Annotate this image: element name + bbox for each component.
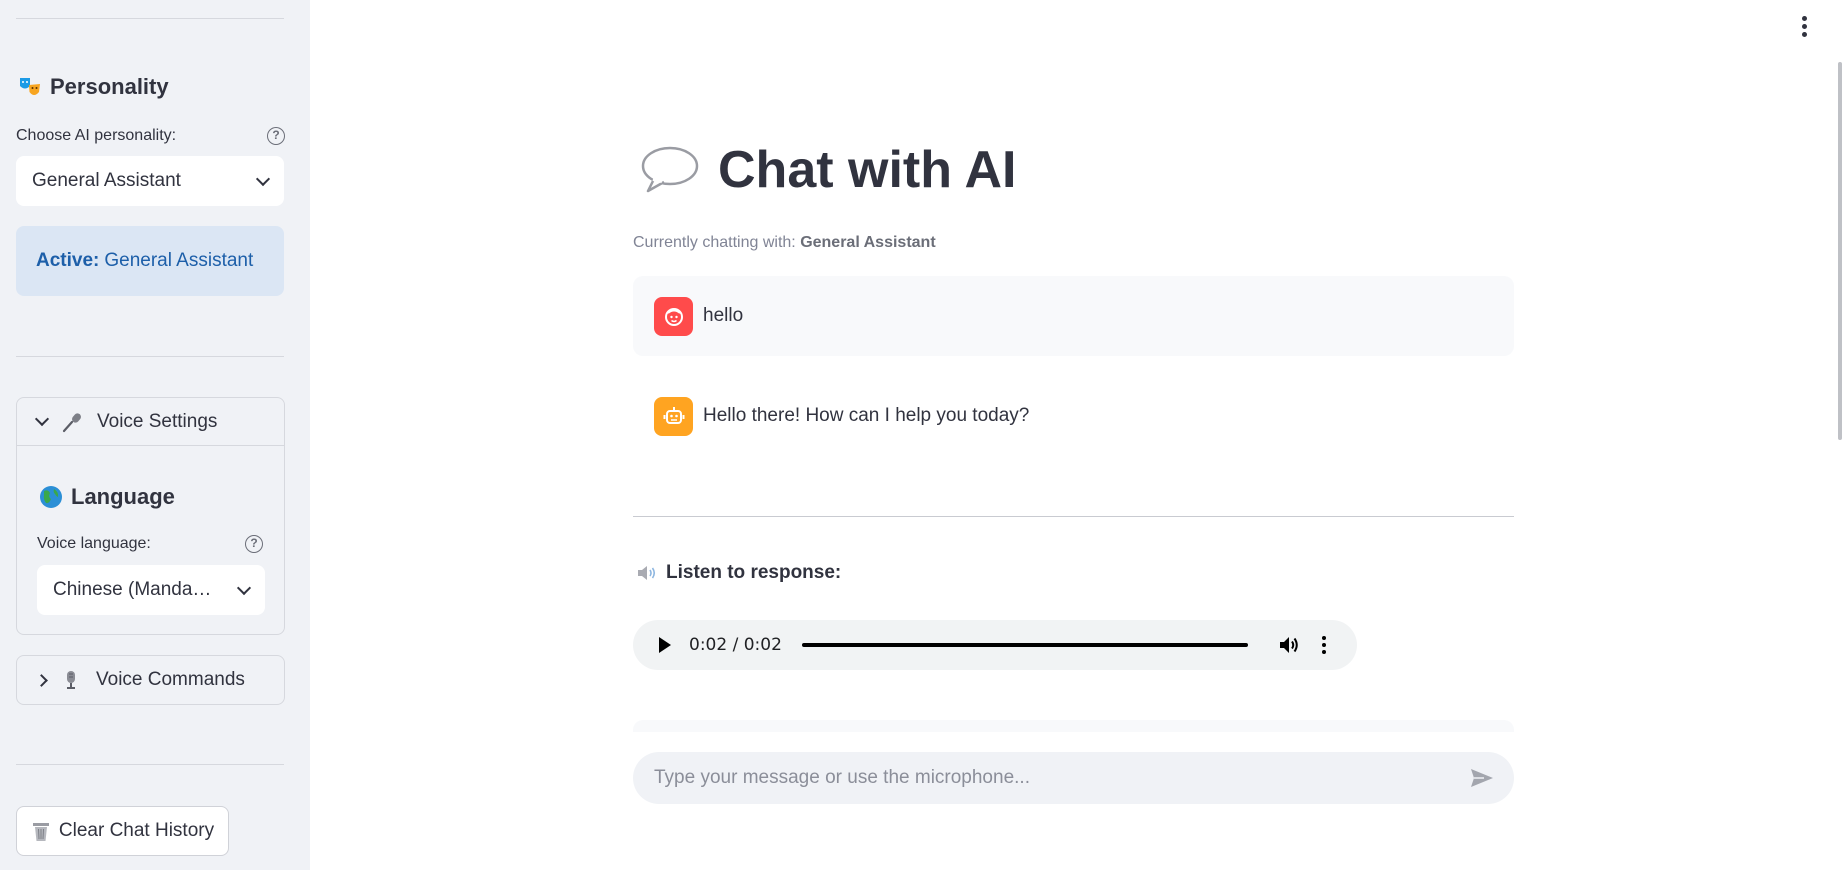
active-personality-info: Active: General Assistant <box>16 226 284 296</box>
microphone-icon <box>61 411 83 433</box>
active-value: General Assistant <box>104 250 254 271</box>
volume-icon[interactable] <box>1278 635 1300 655</box>
subtitle-value: General Assistant <box>800 234 936 251</box>
personality-select-value: General Assistant <box>32 170 181 191</box>
audio-progress-track[interactable] <box>801 643 1248 647</box>
language-heading-text: Language <box>71 484 175 509</box>
divider <box>633 516 1514 517</box>
voice-commands-expander: Voice Commands <box>16 655 285 705</box>
personality-select[interactable]: General Assistant <box>16 156 284 206</box>
studio-microphone-icon <box>60 669 82 691</box>
voice-settings-label: Voice Settings <box>97 410 218 432</box>
page-title: Chat with AI <box>640 140 1017 200</box>
sidebar: Personality Choose AI personality: ? Gen… <box>0 0 310 870</box>
user-message: hello <box>633 276 1514 356</box>
sidebar-divider <box>16 764 284 765</box>
next-message-peek <box>633 720 1514 732</box>
chevron-down-icon <box>34 411 50 427</box>
help-icon[interactable]: ? <box>267 127 285 145</box>
play-icon[interactable] <box>659 637 671 653</box>
language-heading: Language <box>39 484 175 510</box>
speech-balloon-icon <box>640 144 700 196</box>
globe-icon <box>39 485 63 509</box>
chevron-right-icon <box>35 673 48 687</box>
listen-label-text: Listen to response: <box>666 562 842 583</box>
send-icon[interactable] <box>1470 767 1494 789</box>
scrollbar[interactable] <box>1838 62 1842 440</box>
voice-language-label: Voice language: <box>37 535 151 552</box>
voice-commands-header[interactable]: Voice Commands <box>17 656 284 704</box>
voice-language-select[interactable]: Chinese (Manda… <box>37 565 265 615</box>
clear-chat-button[interactable]: Clear Chat History <box>16 806 229 856</box>
chevron-down-icon <box>236 580 252 595</box>
speaker-icon <box>636 563 658 583</box>
main-menu-icon[interactable] <box>1802 16 1807 37</box>
subtitle-prefix: Currently chatting with: <box>633 234 796 251</box>
chat-input-container <box>633 752 1514 804</box>
voice-language-value: Chinese (Manda… <box>53 579 212 600</box>
audio-time: 0:02 / 0:02 <box>689 635 782 655</box>
personality-heading-text: Personality <box>50 74 169 99</box>
clear-chat-label: Clear Chat History <box>58 820 215 841</box>
audio-player: 0:02 / 0:02 <box>633 620 1357 670</box>
chat-subtitle: Currently chatting with: General Assista… <box>633 234 936 252</box>
assistant-message: Hello there! How can I help you today? <box>633 376 1514 456</box>
active-label: Active: <box>36 250 100 271</box>
help-icon[interactable]: ? <box>245 535 263 553</box>
voice-commands-label: Voice Commands <box>96 669 245 690</box>
sidebar-divider <box>16 356 284 357</box>
wastebasket-icon <box>31 820 51 842</box>
robot-avatar-icon <box>654 396 693 436</box>
user-avatar-icon <box>654 296 693 336</box>
message-text: Hello there! How can I help you today? <box>703 405 1030 426</box>
listen-label: Listen to response: <box>636 562 841 584</box>
message-text: hello <box>703 305 744 326</box>
theater-masks-icon <box>18 75 42 99</box>
personality-heading: Personality <box>18 74 169 100</box>
chat-input[interactable] <box>654 767 1470 789</box>
page-title-text: Chat with AI <box>718 141 1017 199</box>
voice-settings-expander: Voice Settings Language Voice language: … <box>16 397 285 635</box>
choose-personality-label: Choose AI personality: <box>16 127 177 144</box>
sidebar-divider <box>16 18 284 19</box>
voice-settings-header[interactable]: Voice Settings <box>17 398 284 446</box>
chevron-down-icon <box>255 171 271 186</box>
audio-options-icon[interactable] <box>1321 636 1326 654</box>
